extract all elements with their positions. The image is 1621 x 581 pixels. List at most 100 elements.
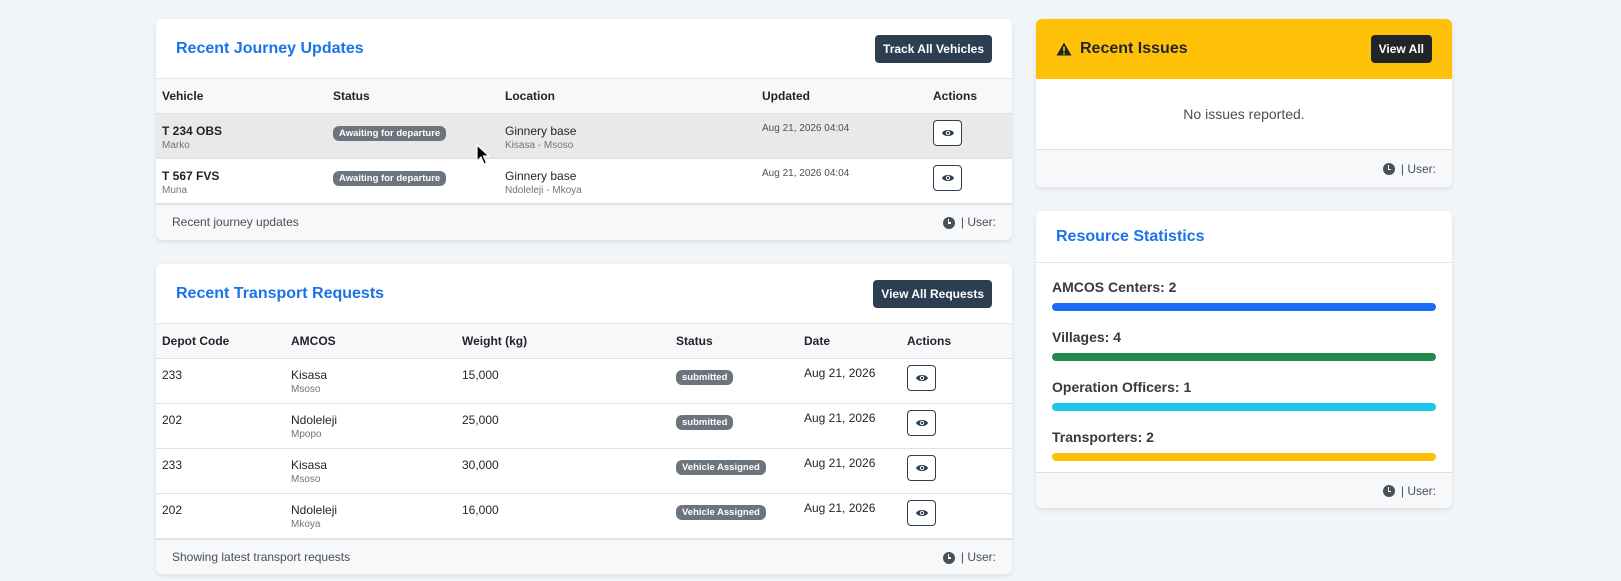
- col-status[interactable]: Status: [670, 324, 798, 359]
- table-row[interactable]: 202 Ndoleleji Mkoya 16,000 Vehicle Assign…: [156, 493, 1012, 539]
- recent-issues-heading: Recent Issues: [1056, 40, 1188, 58]
- stat-operation-officers: Operation Officers: 1: [1052, 379, 1436, 411]
- eye-icon: [915, 464, 928, 471]
- village-name: Msoso: [291, 473, 321, 485]
- request-date: Aug 21, 2026: [804, 500, 876, 515]
- recent-issues-card: Recent Issues View All No issues reporte…: [1036, 19, 1452, 187]
- journey-updates-card: Recent Journey Updates Track All Vehicle…: [156, 19, 1012, 240]
- status-badge: submitted: [676, 369, 734, 385]
- route-text: Kisasa - Msoso: [505, 139, 574, 151]
- eye-icon: [915, 419, 928, 426]
- vehicle-plate: T 567 FVS: [162, 168, 220, 183]
- col-depot-code[interactable]: Depot Code: [156, 324, 285, 359]
- request-date: Aug 21, 2026: [804, 410, 876, 425]
- view-request-button[interactable]: [907, 364, 936, 391]
- resource-statistics-header: Resource Statistics: [1036, 211, 1452, 263]
- footer-user-label: | User:: [960, 215, 996, 229]
- table-row[interactable]: T 234 OBS Marko Awaiting for departure Gi…: [156, 113, 1012, 159]
- footer-user: | User:: [1382, 484, 1436, 498]
- stat-label: Transporters: 2: [1052, 429, 1154, 445]
- recent-issues-footer: | User:: [1036, 150, 1452, 187]
- footer-user-label: | User:: [1400, 161, 1436, 176]
- status-badge: Awaiting for departure: [333, 125, 447, 141]
- footer-user: | User:: [942, 215, 996, 229]
- journey-updates-table: Vehicle Status Location Updated Actions …: [156, 79, 1012, 204]
- col-updated[interactable]: Updated: [756, 79, 927, 114]
- village-name: Msoso: [291, 383, 321, 395]
- updated-time: Aug 21, 2026 04:04: [762, 122, 850, 134]
- recent-issues-header: Recent Issues View All: [1036, 19, 1452, 79]
- stat-progress-bar: [1052, 403, 1436, 411]
- stat-progress-bar: [1052, 353, 1436, 361]
- view-journey-button[interactable]: [933, 164, 962, 191]
- view-all-issues-button[interactable]: View All: [1370, 35, 1432, 63]
- col-amcos[interactable]: AMCOS: [285, 324, 456, 359]
- col-actions: Actions: [901, 324, 1012, 359]
- request-date: Aug 21, 2026: [804, 365, 876, 380]
- track-all-vehicles-button[interactable]: Track All Vehicles: [875, 34, 992, 63]
- col-location[interactable]: Location: [499, 79, 756, 114]
- col-weight[interactable]: Weight (kg): [456, 324, 670, 359]
- footer-user: | User:: [942, 550, 996, 564]
- transport-requests-header: Recent Transport Requests View All Reque…: [156, 264, 1012, 324]
- clock-icon: [942, 551, 955, 564]
- resource-statistics-card: Resource Statistics AMCOS Centers: 2 Vil…: [1036, 211, 1452, 508]
- amcos-name: Ndoleleji: [291, 412, 338, 427]
- driver-name: Marko: [162, 139, 190, 151]
- transport-table-header: Depot Code AMCOS Weight (kg) Status Date…: [156, 324, 1012, 359]
- col-status[interactable]: Status: [327, 79, 499, 114]
- mouse-cursor-icon: [476, 144, 490, 165]
- table-row[interactable]: 233 Kisasa Msoso 30,000 Vehicle Assigned …: [156, 448, 1012, 494]
- clock-icon: [942, 216, 955, 229]
- table-row[interactable]: 202 Ndoleleji Mpopo 25,000 submitted Aug …: [156, 403, 1012, 449]
- clock-icon: [1382, 163, 1395, 176]
- location-name: Ginnery base: [505, 168, 577, 183]
- stat-amcos-centers: AMCOS Centers: 2: [1052, 279, 1436, 311]
- weight-value: 16,000: [462, 502, 499, 517]
- status-badge: submitted: [676, 414, 734, 430]
- eye-icon: [915, 509, 928, 516]
- col-date[interactable]: Date: [798, 324, 901, 359]
- updated-time: Aug 21, 2026 04:04: [762, 167, 850, 179]
- weight-value: 30,000: [462, 457, 499, 472]
- driver-name: Muna: [162, 184, 188, 196]
- status-badge: Awaiting for departure: [333, 170, 447, 186]
- amcos-name: Kisasa: [291, 367, 328, 382]
- warning-icon: [1056, 42, 1072, 56]
- view-request-button[interactable]: [907, 409, 936, 436]
- depot-code: 202: [162, 412, 183, 427]
- request-date: Aug 21, 2026: [804, 455, 876, 470]
- issues-body: No issues reported.: [1036, 79, 1452, 150]
- eye-icon: [915, 374, 928, 381]
- view-request-button[interactable]: [907, 454, 936, 481]
- stat-label: AMCOS Centers: 2: [1052, 279, 1177, 295]
- transport-requests-table: Depot Code AMCOS Weight (kg) Status Date…: [156, 324, 1012, 539]
- journey-updates-title: Recent Journey Updates: [176, 39, 364, 57]
- weight-value: 25,000: [462, 412, 499, 427]
- col-vehicle[interactable]: Vehicle: [156, 79, 327, 114]
- depot-code: 202: [162, 502, 183, 517]
- location-name: Ginnery base: [505, 123, 577, 138]
- stat-villages: Villages: 4: [1052, 329, 1436, 361]
- clock-icon: [1382, 485, 1395, 498]
- view-all-requests-button[interactable]: View All Requests: [873, 279, 992, 308]
- transport-requests-footer: Showing latest transport requests | User…: [156, 538, 1012, 574]
- table-row[interactable]: 233 Kisasa Msoso 15,000 submitted Aug 21,…: [156, 358, 1012, 404]
- route-text: Ndoleleji - Mkoya: [505, 184, 582, 196]
- stat-label: Villages: 4: [1052, 329, 1122, 345]
- table-row[interactable]: T 567 FVS Muna Awaiting for departure Gin…: [156, 158, 1012, 204]
- depot-code: 233: [162, 457, 183, 472]
- journey-updates-header: Recent Journey Updates Track All Vehicle…: [156, 19, 1012, 79]
- amcos-name: Ndoleleji: [291, 502, 338, 517]
- stat-progress-bar: [1052, 303, 1436, 311]
- eye-icon: [941, 174, 954, 181]
- journey-updates-footer: Recent journey updates | User:: [156, 203, 1012, 240]
- transport-requests-title: Recent Transport Requests: [176, 284, 385, 302]
- weight-value: 15,000: [462, 367, 499, 382]
- footer-text: Showing latest transport requests: [172, 550, 351, 564]
- recent-issues-title: Recent Issues: [1080, 40, 1188, 57]
- view-request-button[interactable]: [907, 499, 936, 526]
- stat-progress-bar: [1052, 453, 1436, 461]
- view-journey-button[interactable]: [933, 119, 962, 146]
- vehicle-plate: T 234 OBS: [162, 123, 223, 138]
